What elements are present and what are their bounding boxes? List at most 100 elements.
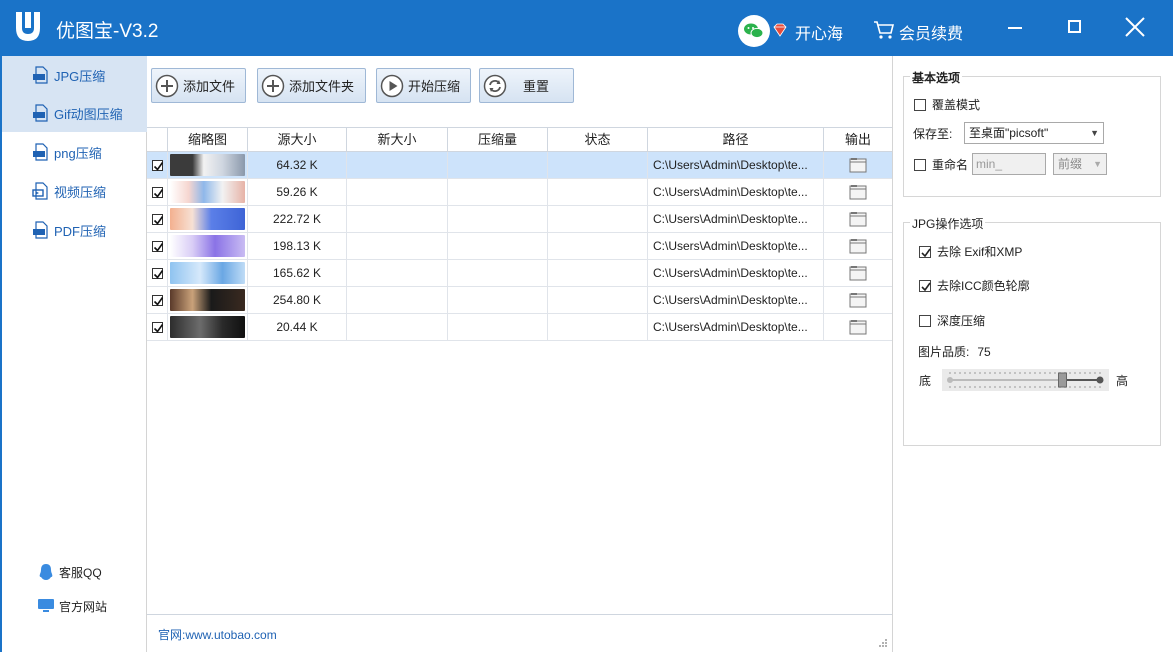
row-checkbox[interactable] [152,241,164,252]
thumbnail-image [170,289,245,311]
renew-button[interactable]: 会员续费 [899,20,963,44]
cell-source-size: 59.26 K [248,179,347,206]
cell-reduction [448,287,548,314]
table-row[interactable]: 198.13 K C:\Users\Admin\Desktop\te... [147,233,892,260]
cell-new-size [347,314,448,341]
overwrite-mode-checkbox[interactable]: 覆盖模式 [914,96,980,113]
folder-icon[interactable] [849,184,867,200]
column-header-path[interactable]: 路径 [648,128,824,151]
monitor-icon [38,599,54,612]
start-compress-button[interactable]: 开始压缩 [376,68,471,103]
cell-new-size [347,206,448,233]
username[interactable]: 开心海 [795,20,843,44]
cell-status [548,260,648,287]
cart-icon[interactable] [873,20,895,40]
checkbox-box[interactable] [919,279,931,292]
table-row[interactable]: 222.72 K C:\Users\Admin\Desktop\te... [147,206,892,233]
table-row[interactable]: 165.62 K C:\Users\Admin\Desktop\te... [147,260,892,287]
group-title: JPG操作选项 [910,215,986,232]
column-header-reduction[interactable]: 压缩量 [448,128,548,151]
checkbox-box[interactable] [914,158,926,171]
maximize-button[interactable] [1058,12,1092,42]
cell-path: C:\Users\Admin\Desktop\te... [648,233,824,260]
folder-icon[interactable] [849,157,867,173]
remove-exif-checkbox[interactable]: 去除 Exif和XMP [919,243,1022,260]
close-button[interactable] [1118,12,1152,42]
folder-icon[interactable] [849,238,867,254]
column-header-status[interactable]: 状态 [548,128,648,151]
checkbox-box[interactable] [919,314,931,327]
row-checkbox[interactable] [152,187,164,198]
rename-position-select[interactable]: 前缀 ▼ [1053,153,1107,175]
maximize-icon [1068,20,1081,33]
folder-icon[interactable] [849,292,867,308]
table-row[interactable]: 59.26 K C:\Users\Admin\Desktop\te... [147,179,892,206]
resize-grip-icon[interactable] [878,638,888,648]
minimize-icon [1008,27,1022,29]
cell-reduction [448,260,548,287]
column-header-new-size[interactable]: 新大小 [347,128,448,151]
column-header-thumbnail[interactable]: 缩略图 [168,128,248,151]
add-file-button[interactable]: 添加文件 [151,68,246,103]
column-header-source-size[interactable]: 源大小 [248,128,347,151]
support-qq-link[interactable]: 客服QQ [37,563,102,581]
official-site-link[interactable]: 官方网站 [37,597,107,615]
minimize-button[interactable] [998,12,1032,42]
row-checkbox[interactable] [152,214,164,225]
app-title: 优图宝-V3.2 [56,21,159,42]
status-footer: 官网:www.utobao.com [147,614,892,652]
png-file-icon [33,143,48,161]
slider-graphic[interactable] [942,369,1109,391]
cell-source-size: 64.32 K [248,152,347,179]
chevron-down-icon: ▼ [1093,159,1102,169]
thumbnail-image [170,316,245,338]
sidebar-item-label: PDF压缩 [54,223,107,239]
rename-checkbox[interactable]: 重命名 [914,156,968,173]
row-checkbox[interactable] [152,160,164,171]
folder-icon[interactable] [849,319,867,335]
sidebar-item-pdf[interactable]: PDF压缩 [2,211,147,249]
plus-circle-icon [261,74,285,97]
table-row[interactable]: 254.80 K C:\Users\Admin\Desktop\te... [147,287,892,314]
column-header-output[interactable]: 输出 [824,128,892,151]
cell-new-size [347,260,448,287]
sidebar-item-png[interactable]: png压缩 [2,133,147,171]
save-to-select[interactable]: 至桌面"picsoft" ▼ [964,122,1104,144]
wechat-avatar-icon[interactable] [738,15,770,47]
cell-reduction [448,152,548,179]
file-table: 缩略图 源大小 新大小 压缩量 状态 路径 输出 64.32 K C:\Users… [147,127,892,615]
quality-value: 75 [977,344,991,359]
row-checkbox[interactable] [152,322,164,333]
close-icon [1125,17,1145,37]
cell-path: C:\Users\Admin\Desktop\te... [648,260,824,287]
rename-input[interactable]: min_ [972,153,1046,175]
sidebar-item-gif[interactable]: Gif动图压缩 [2,94,147,132]
qq-penguin-icon [39,564,53,580]
cell-status [548,287,648,314]
add-folder-button[interactable]: 添加文件夹 [257,68,366,103]
reset-button[interactable]: 重置 [479,68,574,103]
row-checkbox[interactable] [152,268,164,279]
remove-icc-checkbox[interactable]: 去除ICC颜色轮廓 [919,277,1030,294]
chevron-down-icon: ▼ [1090,128,1099,138]
checkbox-box[interactable] [919,245,931,258]
title-bar: 优图宝-V3.2 开心海 会员续费 [0,0,1173,56]
folder-icon[interactable] [849,211,867,227]
gif-file-icon [33,104,48,122]
sidebar-item-video[interactable]: 视频压缩 [2,172,147,210]
quality-slider[interactable] [942,369,1109,391]
sidebar-item-jpg[interactable]: JPG压缩 [2,56,147,94]
deep-compress-checkbox[interactable]: 深度压缩 [919,312,985,329]
checkbox-box[interactable] [914,98,926,111]
sidebar-item-label: JPG压缩 [54,68,106,84]
play-circle-icon [380,74,404,97]
cell-path: C:\Users\Admin\Desktop\te... [648,287,824,314]
folder-icon[interactable] [849,265,867,281]
table-row[interactable]: 64.32 K C:\Users\Admin\Desktop\te... [147,152,892,179]
table-row[interactable]: 20.44 K C:\Users\Admin\Desktop\te... [147,314,892,341]
cell-source-size: 198.13 K [248,233,347,260]
website-link[interactable]: 官网:www.utobao.com [158,626,277,643]
slider-thumb[interactable] [1058,372,1067,388]
row-checkbox[interactable] [152,295,164,306]
cell-check [147,152,168,179]
